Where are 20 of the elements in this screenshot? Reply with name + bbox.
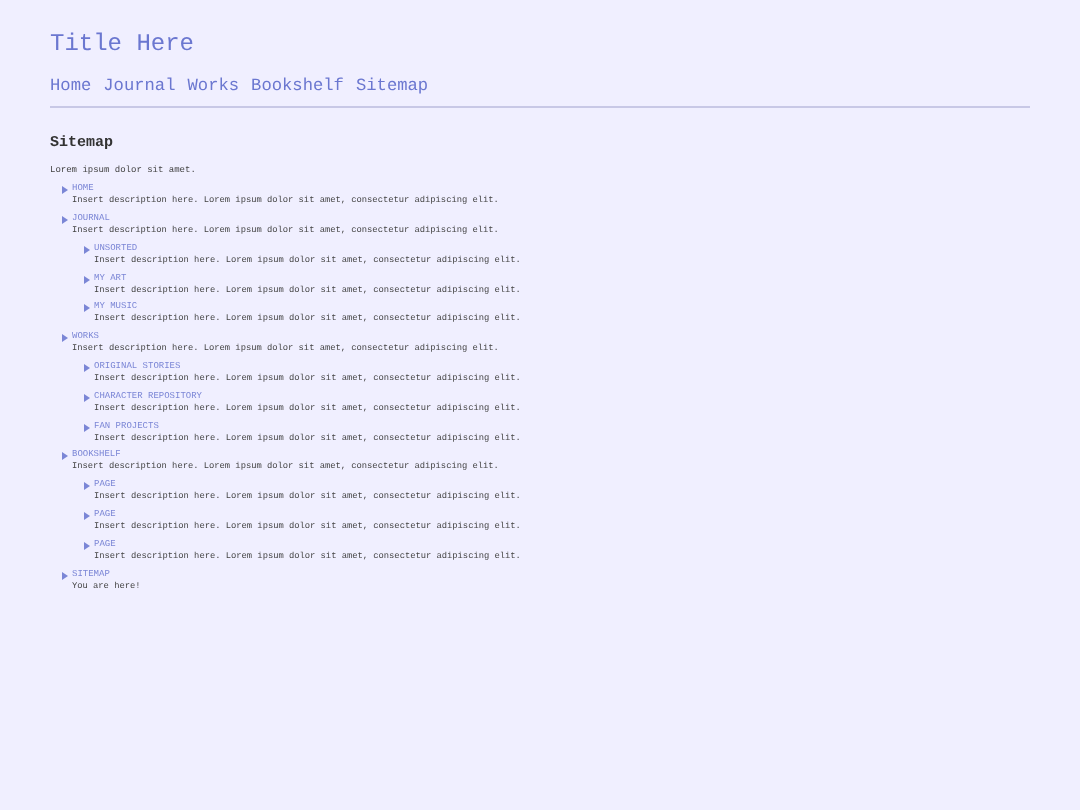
nav-link[interactable]: Works	[187, 76, 240, 98]
bullet-icon	[62, 334, 68, 343]
bullet-icon	[62, 452, 68, 461]
bullet-icon	[84, 423, 90, 432]
bullet-icon	[84, 275, 90, 284]
bullet-icon	[84, 541, 90, 550]
bullet-icon	[84, 364, 90, 373]
nav-link[interactable]: Home	[50, 76, 92, 98]
bullet-icon	[84, 304, 90, 313]
bullet-icon	[84, 245, 90, 254]
bullet-icon	[62, 216, 68, 225]
site-title: Title Here	[50, 28, 197, 60]
bullet-icon	[84, 393, 90, 402]
bullet-icon	[62, 571, 68, 580]
nav-link[interactable]: Journal	[103, 76, 176, 98]
bullet-icon	[84, 482, 90, 491]
nav-link[interactable]: Sitemap	[355, 76, 429, 98]
bullet-icon	[62, 186, 68, 195]
nav-link[interactable]: Bookshelf	[251, 76, 344, 98]
bullet-icon	[84, 512, 90, 521]
